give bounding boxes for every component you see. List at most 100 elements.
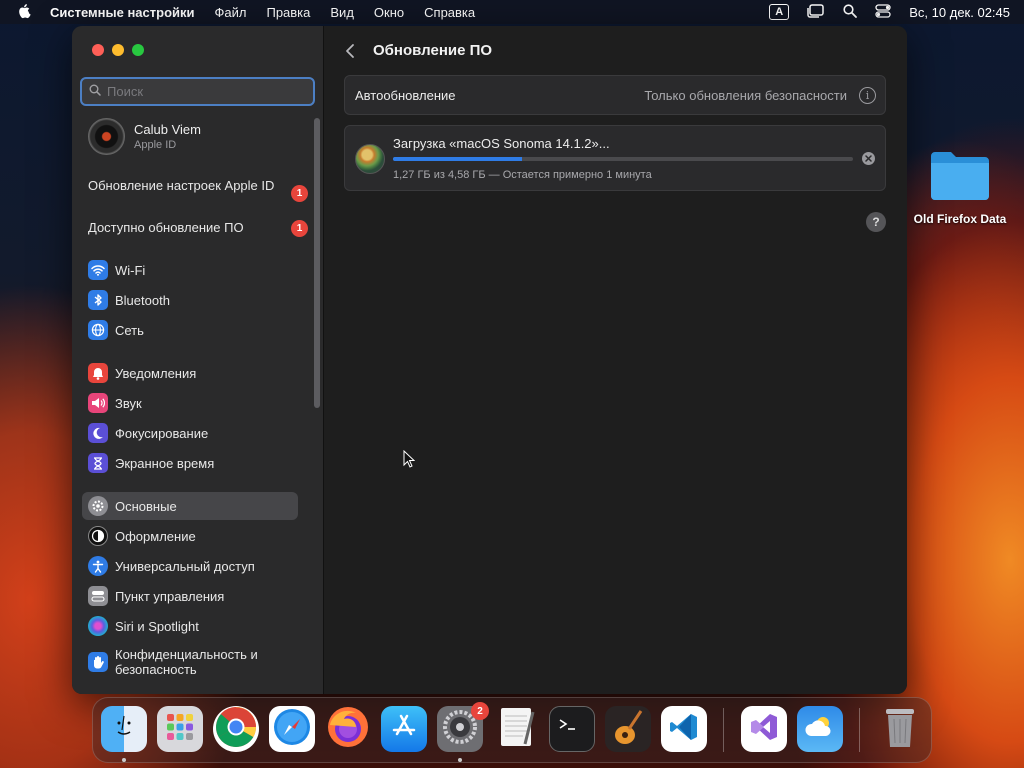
dock-launchpad[interactable] — [157, 706, 203, 752]
dock-vscode[interactable] — [661, 706, 707, 752]
download-title: Загрузка «macOS Sonoma 14.1.2»... — [393, 136, 610, 151]
bell-icon — [88, 363, 108, 383]
sidebar-item-control-center[interactable]: Пункт управления — [82, 582, 298, 610]
dock-app-store[interactable] — [381, 706, 427, 752]
hourglass-icon — [88, 453, 108, 473]
sidebar-item-screen-time[interactable]: Экранное время — [82, 449, 298, 477]
firefox-icon — [326, 705, 370, 754]
search-icon — [89, 83, 101, 101]
dock-textedit[interactable] — [493, 706, 539, 752]
avatar — [88, 118, 125, 155]
menu-edit[interactable]: Правка — [266, 5, 310, 20]
account-name: Calub Viem — [134, 122, 201, 137]
sidebar-item-bluetooth[interactable]: Bluetooth — [82, 286, 298, 314]
sidebar-item-label: Конфиденциальность и безопасность — [115, 647, 258, 677]
weather-icon — [803, 714, 837, 745]
bluetooth-icon — [88, 290, 108, 310]
appearance-icon — [88, 526, 108, 546]
download-status: 1,27 ГБ из 4,58 ГБ — Остается примерно 1… — [393, 169, 652, 181]
dock-system-settings[interactable]: 2 — [437, 702, 489, 752]
close-window-button[interactable] — [92, 44, 104, 56]
menu-app-name[interactable]: Системные настройки — [50, 5, 195, 20]
safari-icon — [272, 707, 312, 752]
sidebar-item-network[interactable]: Сеть — [82, 316, 298, 344]
dock-chrome[interactable] — [213, 706, 259, 752]
dock: 2 — [92, 697, 932, 763]
launchpad-icon — [164, 711, 196, 748]
dock-weather[interactable] — [797, 706, 843, 752]
notice-software-update[interactable]: Доступно обновление ПО 1 — [88, 220, 308, 237]
page-title: Обновление ПО — [373, 42, 493, 59]
menu-help[interactable]: Справка — [424, 5, 475, 20]
menu-window[interactable]: Окно — [374, 5, 404, 20]
sidebar-item-wifi[interactable]: Wi-Fi — [82, 256, 298, 284]
menu-view[interactable]: Вид — [330, 5, 354, 20]
input-source-icon[interactable]: A — [769, 4, 790, 20]
sidebar-item-label: Оформление — [115, 528, 196, 544]
menu-clock[interactable]: Вс, 10 дек. 02:45 — [909, 5, 1010, 20]
control-center-icon — [88, 586, 108, 606]
download-row: Загрузка «macOS Sonoma 14.1.2»... 1,27 Г… — [344, 125, 886, 191]
siri-icon — [88, 616, 108, 636]
sidebar-item-focus[interactable]: Фокусирование — [82, 419, 298, 447]
help-button[interactable]: ? — [866, 212, 886, 232]
sidebar-item-label: Уведомления — [115, 365, 197, 381]
running-indicator — [122, 758, 126, 762]
dock-firefox[interactable] — [325, 706, 371, 752]
mouse-pointer-icon — [403, 449, 416, 468]
sidebar-item-label: Siri и Spotlight — [115, 618, 199, 634]
dock-safari[interactable] — [269, 706, 315, 752]
sidebar-item-label: Сеть — [115, 322, 144, 338]
download-progress-fill — [393, 157, 522, 161]
apple-id-account[interactable]: Calub Viem Apple ID — [88, 118, 201, 155]
back-chevron-icon[interactable] — [343, 42, 357, 60]
sidebar-item-general[interactable]: Основные — [82, 492, 298, 520]
desktop-folder[interactable]: Old Firefox Data — [908, 148, 1012, 226]
notice-label: Доступно обновление ПО — [88, 220, 244, 235]
hand-icon — [88, 652, 108, 672]
auto-update-row: Автообновление Только обновления безопас… — [344, 75, 886, 115]
zoom-window-button[interactable] — [132, 44, 144, 56]
sidebar-item-siri-spotlight[interactable]: Siri и Spotlight — [82, 612, 298, 640]
sidebar-item-appearance[interactable]: Оформление — [82, 522, 298, 550]
chrome-icon — [215, 706, 257, 753]
notification-badge: 1 — [291, 185, 308, 202]
dock-trash[interactable] — [877, 706, 923, 752]
download-progress-bar — [393, 157, 853, 161]
sidebar-item-sound[interactable]: Звук — [82, 389, 298, 417]
sidebar-item-privacy-security[interactable]: Конфиденциальность и безопасность — [82, 644, 298, 680]
search-field[interactable] — [80, 77, 315, 106]
sidebar-scrollbar[interactable] — [314, 118, 320, 408]
sidebar-item-notifications[interactable]: Уведомления — [82, 359, 298, 387]
cancel-download-icon[interactable] — [862, 152, 875, 165]
sidebar-item-label: Универсальный доступ — [115, 558, 255, 574]
vscode-icon — [668, 711, 700, 748]
running-indicator — [458, 758, 462, 762]
apple-menu-icon[interactable] — [16, 3, 34, 21]
window-controls — [92, 44, 144, 56]
menu-file[interactable]: Файл — [215, 5, 247, 20]
spotlight-search-icon[interactable] — [843, 3, 858, 21]
account-subtitle: Apple ID — [134, 139, 177, 151]
accessibility-icon — [88, 556, 108, 576]
sidebar-item-label: Звук — [115, 395, 142, 411]
sidebar-item-label: Пункт управления — [115, 588, 225, 604]
minimize-window-button[interactable] — [112, 44, 124, 56]
info-button[interactable]: i — [859, 87, 876, 104]
dock-terminal[interactable] — [549, 706, 595, 752]
search-input[interactable] — [107, 84, 297, 99]
macos-sonoma-icon — [355, 144, 385, 174]
dock-visual-studio[interactable] — [741, 706, 787, 752]
stage-manager-icon[interactable] — [807, 3, 825, 21]
dock-separator — [859, 708, 860, 752]
sidebar-item-accessibility[interactable]: Универсальный доступ — [82, 552, 298, 580]
control-center-icon[interactable] — [875, 3, 891, 21]
dock-finder[interactable] — [101, 706, 147, 752]
speaker-icon — [88, 393, 108, 413]
terminal-icon — [557, 715, 587, 744]
notification-badge: 2 — [471, 702, 489, 720]
sidebar-item-label: Bluetooth — [115, 292, 170, 308]
globe-icon — [88, 320, 108, 340]
notice-apple-id-update[interactable]: Обновление настроек Apple ID 1 — [88, 178, 308, 202]
dock-garageband[interactable] — [605, 706, 651, 752]
